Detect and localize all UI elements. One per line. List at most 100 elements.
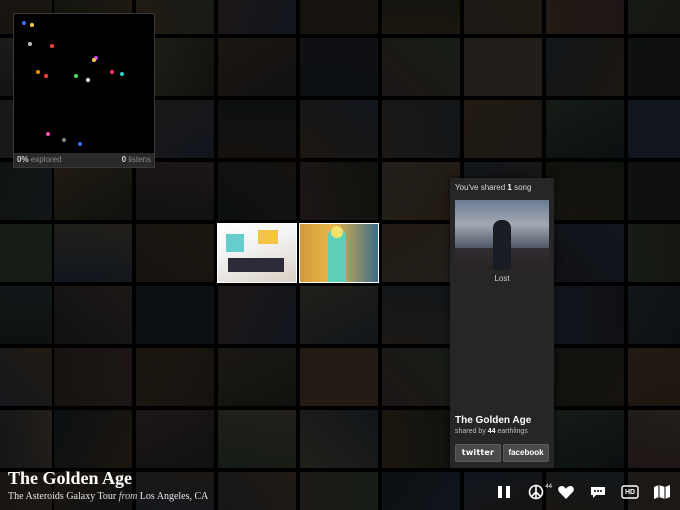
photo-tile[interactable]	[382, 472, 460, 510]
tile-photo	[628, 162, 680, 220]
photo-tile[interactable]	[218, 100, 296, 158]
photo-tile[interactable]	[300, 100, 378, 158]
photo-tile[interactable]	[300, 410, 378, 468]
photo-tile[interactable]	[136, 410, 214, 468]
photo-tile[interactable]	[382, 348, 460, 406]
photo-tile[interactable]	[300, 348, 378, 406]
photo-tile[interactable]	[464, 100, 542, 158]
tile-photo	[218, 410, 296, 468]
comment-icon[interactable]	[588, 484, 608, 502]
photo-tile[interactable]	[464, 38, 542, 96]
map-dot	[36, 70, 40, 74]
photo-tile[interactable]	[136, 286, 214, 344]
photo-tile[interactable]	[0, 410, 52, 468]
photo-tile[interactable]	[382, 224, 460, 282]
photo-tile[interactable]	[218, 162, 296, 220]
map-dot	[86, 78, 90, 82]
tile-photo	[218, 100, 296, 158]
photo-tile[interactable]	[0, 224, 52, 282]
tile-photo	[300, 224, 378, 282]
photo-tile[interactable]	[218, 348, 296, 406]
photo-tile[interactable]	[54, 348, 132, 406]
tile-photo	[382, 348, 460, 406]
photo-tile[interactable]	[628, 38, 680, 96]
hd-button[interactable]: HD	[620, 484, 640, 502]
heart-icon[interactable]	[556, 484, 576, 502]
photo-tile[interactable]	[382, 38, 460, 96]
photo-tile[interactable]	[546, 286, 624, 344]
photo-tile[interactable]	[546, 0, 624, 34]
photo-tile[interactable]	[628, 348, 680, 406]
mini-map[interactable]: 0% explored 0 listens	[13, 13, 155, 168]
photo-tile[interactable]	[136, 224, 214, 282]
listens-count: 0	[121, 155, 127, 164]
photo-tile-active[interactable]	[300, 224, 378, 282]
photo-tile[interactable]	[300, 0, 378, 34]
map-icon[interactable]	[652, 484, 672, 502]
photo-tile[interactable]	[300, 286, 378, 344]
photo-tile[interactable]	[0, 162, 52, 220]
tile-photo	[546, 410, 624, 468]
explored-percent: 0%	[17, 155, 29, 164]
photo-tile[interactable]	[218, 410, 296, 468]
photo-tile[interactable]	[54, 224, 132, 282]
shared-song-caption[interactable]: Lost	[450, 274, 554, 283]
tile-photo	[300, 472, 378, 510]
photo-tile[interactable]	[382, 286, 460, 344]
tile-photo	[546, 286, 624, 344]
photo-tile[interactable]	[0, 286, 52, 344]
photo-tile[interactable]	[628, 224, 680, 282]
now-playing-title: The Golden Age	[8, 468, 133, 488]
photo-tile[interactable]	[300, 162, 378, 220]
map-dot	[46, 132, 50, 136]
photo-tile[interactable]	[300, 38, 378, 96]
photo-tile[interactable]	[54, 286, 132, 344]
map-dot	[62, 138, 66, 142]
photo-tile[interactable]	[628, 100, 680, 158]
tile-photo	[218, 162, 296, 220]
now-playing-info: The Golden Age The Asteroids Galaxy Tour…	[8, 468, 208, 502]
photo-tile[interactable]	[382, 0, 460, 34]
player-toolbar: 44 HD	[490, 480, 680, 508]
photo-tile[interactable]	[628, 0, 680, 34]
photo-tile[interactable]	[54, 162, 132, 220]
tile-photo	[546, 38, 624, 96]
photo-tile[interactable]	[546, 38, 624, 96]
photo-tile[interactable]	[546, 162, 624, 220]
tile-photo	[0, 410, 52, 468]
photo-tile[interactable]	[546, 224, 624, 282]
shared-song-photo[interactable]	[455, 200, 549, 270]
twitter-button[interactable]: twitter	[455, 444, 501, 462]
photo-tile[interactable]	[0, 348, 52, 406]
photo-tile[interactable]	[136, 348, 214, 406]
photo-tile[interactable]	[464, 0, 542, 34]
photo-tile[interactable]	[218, 472, 296, 510]
photo-tile[interactable]	[546, 100, 624, 158]
pause-icon[interactable]	[494, 484, 514, 502]
photo-tile[interactable]	[382, 100, 460, 158]
photo-tile[interactable]	[628, 286, 680, 344]
tile-photo	[218, 472, 296, 510]
facebook-button[interactable]: facebook	[503, 444, 549, 462]
photo-tile[interactable]	[54, 410, 132, 468]
tile-photo	[382, 162, 460, 220]
photo-tile[interactable]	[628, 162, 680, 220]
photo-tile[interactable]	[218, 38, 296, 96]
peace-icon[interactable]: 44	[526, 484, 552, 502]
photo-tile[interactable]	[546, 410, 624, 468]
shared-suffix: song	[514, 183, 532, 192]
photo-tile[interactable]	[628, 410, 680, 468]
photo-tile[interactable]	[382, 162, 460, 220]
photo-tile[interactable]	[546, 348, 624, 406]
photo-tile[interactable]	[382, 410, 460, 468]
photo-tile-active[interactable]	[218, 224, 296, 282]
listens-label: listens	[128, 155, 151, 164]
photo-tile[interactable]	[300, 472, 378, 510]
photo-tile[interactable]	[218, 286, 296, 344]
photo-tile[interactable]	[218, 0, 296, 34]
map-dot	[30, 23, 34, 27]
photo-tile[interactable]	[136, 162, 214, 220]
photo-person	[493, 220, 511, 270]
share-panel: You've shared 1 song Lost The Golden Age…	[450, 178, 554, 468]
tile-photo	[628, 224, 680, 282]
